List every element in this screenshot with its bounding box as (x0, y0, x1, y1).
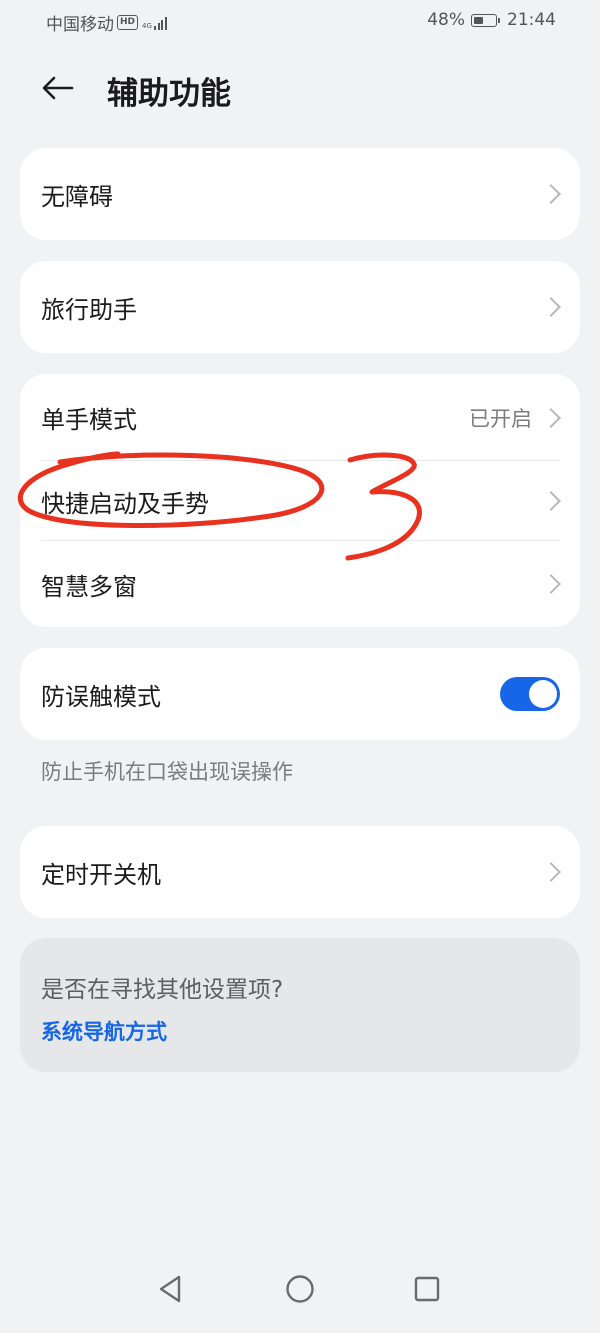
shortcuts-gestures-row[interactable]: 快捷启动及手势 (20, 461, 580, 541)
smart-multiwindow-row[interactable]: 智慧多窗 (20, 541, 580, 627)
one-hand-mode-row[interactable]: 单手模式 已开启 (20, 374, 580, 461)
circle-home-icon (286, 1275, 314, 1303)
nav-back-button[interactable] (151, 1269, 191, 1309)
smart-multiwindow-label: 智慧多窗 (41, 572, 137, 601)
accessibility-label: 无障碍 (41, 182, 113, 211)
system-navigation-link[interactable]: 系统导航方式 (41, 1016, 167, 1046)
pocket-mode-card: 防误触模式 (20, 648, 580, 740)
accessibility-row[interactable]: 无障碍 (20, 148, 580, 240)
suggestion-card: 是否在寻找其他设置项? 系统导航方式 (20, 938, 580, 1072)
page-title: 辅助功能 (107, 76, 231, 112)
battery-fill (474, 16, 483, 24)
battery-icon (471, 13, 500, 27)
title-bar: 辅助功能 (0, 52, 600, 124)
triangle-back-icon (159, 1275, 181, 1303)
chevron-right-icon (541, 574, 561, 594)
suggestion-question: 是否在寻找其他设置项? (41, 977, 284, 1003)
arrow-left-icon (42, 76, 74, 100)
clock: 21:44 (507, 10, 556, 30)
signal-icon: 4G (142, 16, 167, 30)
chevron-right-icon (541, 297, 561, 317)
chevron-right-icon (541, 862, 561, 882)
navigation-bar (0, 1253, 600, 1333)
pocket-mode-row: 防误触模式 (20, 648, 580, 740)
pocket-mode-label: 防误触模式 (41, 682, 161, 711)
travel-assistant-label: 旅行助手 (41, 295, 137, 324)
travel-assistant-card: 旅行助手 (20, 261, 580, 353)
square-recents-icon (414, 1276, 440, 1302)
hd-badge: HD (117, 15, 139, 30)
network-type: 4G (142, 21, 152, 30)
one-hand-mode-status: 已开启 (469, 406, 532, 431)
window-modes-card: 单手模式 已开启 快捷启动及手势 智慧多窗 (20, 374, 580, 627)
scheduled-power-label: 定时开关机 (41, 860, 161, 889)
travel-assistant-row[interactable]: 旅行助手 (20, 261, 580, 353)
toggle-knob (529, 680, 557, 708)
nav-home-button[interactable] (280, 1269, 320, 1309)
carrier-name: 中国移动 (46, 15, 114, 35)
scheduled-power-card: 定时开关机 (20, 826, 580, 918)
chevron-right-icon (541, 184, 561, 204)
battery-percent: 48% (427, 10, 465, 30)
chevron-right-icon (541, 491, 561, 511)
accessibility-card: 无障碍 (20, 148, 580, 240)
pocket-mode-toggle[interactable] (500, 677, 560, 711)
nav-recents-button[interactable] (407, 1269, 447, 1309)
one-hand-mode-label: 单手模式 (41, 406, 137, 434)
back-button[interactable] (38, 68, 78, 108)
shortcuts-gestures-label: 快捷启动及手势 (41, 489, 209, 518)
status-right: 48% 21:44 (427, 10, 556, 30)
scheduled-power-row[interactable]: 定时开关机 (20, 826, 580, 918)
pocket-mode-description: 防止手机在口袋出现误操作 (41, 760, 293, 784)
chevron-right-icon (541, 407, 561, 428)
status-left: 中国移动 HD 4G (46, 10, 167, 35)
status-bar: 中国移动 HD 4G 48% 21:44 (0, 0, 600, 42)
